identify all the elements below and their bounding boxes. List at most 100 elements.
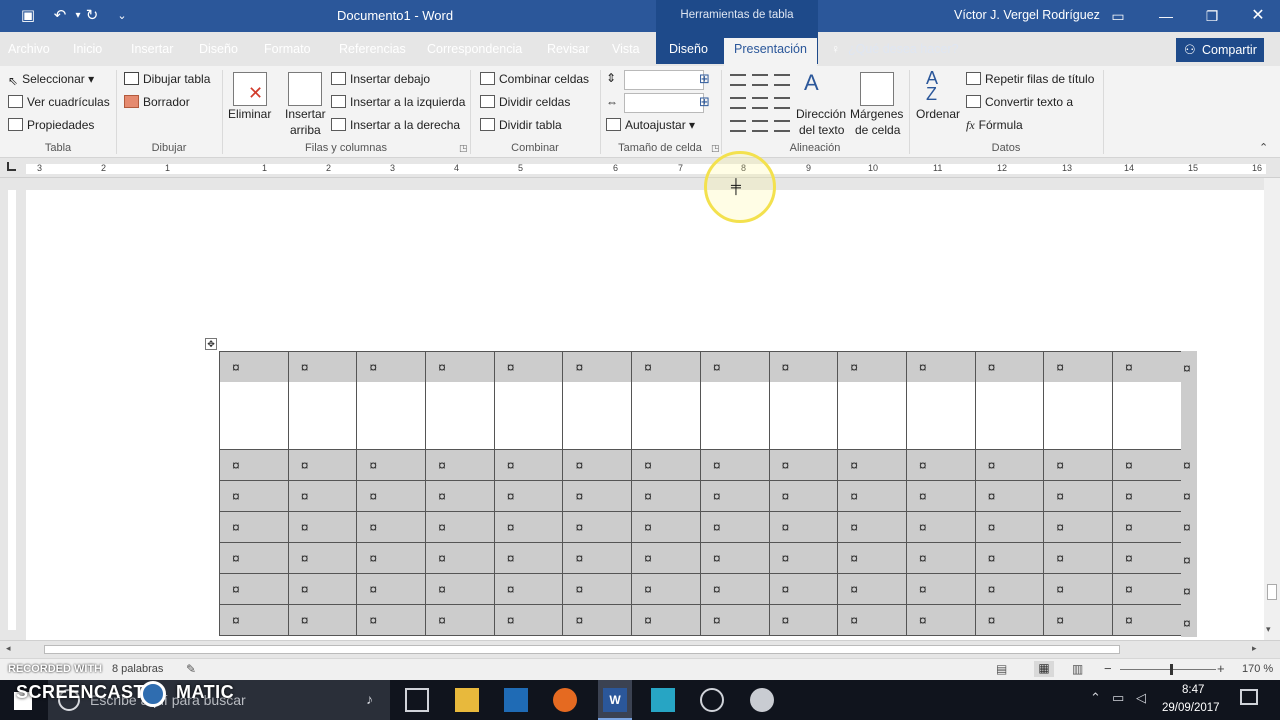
tab-inicio[interactable]: Inicio xyxy=(73,42,102,56)
table-cell[interactable]: ¤ xyxy=(562,480,633,512)
table-cell[interactable]: ¤ xyxy=(493,542,564,574)
save-icon[interactable]: ▣ xyxy=(18,6,38,26)
task-view-icon[interactable] xyxy=(405,688,429,712)
column-width-input[interactable] xyxy=(624,93,704,113)
merge-cells-button[interactable]: Combinar celdas xyxy=(480,72,589,86)
table-cell[interactable]: ¤ xyxy=(974,351,1045,450)
align-top-right-icon[interactable] xyxy=(774,74,790,86)
table-cell[interactable]: ¤ xyxy=(356,604,427,636)
table-cell[interactable]: ¤ xyxy=(631,351,701,450)
tab-presentacion[interactable]: Presentación xyxy=(724,38,817,66)
tab-referencias[interactable]: Referencias xyxy=(339,42,406,56)
table-cell[interactable]: ¤ xyxy=(562,542,633,574)
table-cell[interactable]: ¤ xyxy=(699,542,770,574)
table-cell[interactable]: ¤ xyxy=(287,573,358,605)
restore-icon[interactable]: ❐ xyxy=(1200,4,1224,28)
table-cell[interactable]: ¤ xyxy=(425,480,495,512)
table-cell[interactable]: ¤ xyxy=(974,604,1045,636)
row-height-input[interactable] xyxy=(624,70,704,90)
table-cell[interactable]: ¤ xyxy=(219,480,289,512)
table-cell[interactable]: ¤ xyxy=(493,604,564,636)
table-cell[interactable]: ¤ xyxy=(219,351,289,450)
table-cell[interactable]: ¤ xyxy=(631,573,701,605)
table-cell[interactable]: ¤ xyxy=(356,573,427,605)
convert-text-button[interactable]: Convertir texto a xyxy=(966,95,1073,109)
table-row[interactable]: ¤ ¤ ¤ ¤ ¤ ¤ ¤ ¤ ¤ ¤ ¤ ¤ ¤ ¤ xyxy=(219,351,1182,450)
align-middle-right-icon[interactable] xyxy=(774,97,790,109)
table-cell[interactable]: ¤ xyxy=(699,449,770,481)
table-cell[interactable]: ¤ xyxy=(287,449,358,481)
table-row[interactable]: ¤ ¤ ¤ ¤ ¤ ¤ ¤ ¤ ¤ ¤ ¤ ¤ ¤ ¤ xyxy=(219,542,1182,574)
horizontal-scrollbar[interactable]: ◂ ▸ xyxy=(0,640,1280,658)
table-row[interactable]: ¤ ¤ ¤ ¤ ¤ ¤ ¤ ¤ ¤ ¤ ¤ ¤ ¤ ¤ xyxy=(219,573,1182,605)
tell-me-box[interactable]: ¿Qué desea hacer? xyxy=(848,42,959,56)
zoom-out-icon[interactable]: − xyxy=(1104,661,1112,676)
distribute-columns-icon[interactable]: ⊞ xyxy=(699,94,710,110)
formula-button[interactable]: fx Fórmula xyxy=(966,118,1023,133)
document-table[interactable]: ¤ ¤ ¤ ¤ ¤ ¤ ¤ ¤ ¤ ¤ ¤ ¤ ¤ ¤ ¤ ¤ ¤ ¤ ¤ ¤ ¤ ¤ ¤ ¤ ¤ ¤ ¤ ¤ ¤ ¤ ¤ ¤ ¤ ¤ ¤ ¤ ¤ ¤ ¤ ¤… xyxy=(219,351,1182,636)
undo-icon[interactable]: ↶ xyxy=(50,6,70,26)
scroll-down-icon[interactable]: ▾ xyxy=(1266,624,1271,635)
table-cell[interactable]: ¤ xyxy=(699,511,770,543)
tab-selector-icon[interactable] xyxy=(7,162,16,171)
horizontal-scroll-thumb[interactable] xyxy=(44,645,1120,654)
table-cell[interactable]: ¤ xyxy=(425,351,495,450)
table-cell[interactable]: ¤ xyxy=(356,480,427,512)
calculator-icon[interactable] xyxy=(504,688,528,712)
app-icon[interactable] xyxy=(750,688,774,712)
table-cell[interactable]: ¤ xyxy=(768,604,839,636)
table-cell[interactable]: ¤ xyxy=(837,511,907,543)
tab-vista[interactable]: Vista xyxy=(612,42,640,56)
clock-date[interactable]: 29/09/2017 xyxy=(1162,702,1220,714)
table-cell[interactable]: ¤ xyxy=(493,449,564,481)
table-cell[interactable]: ¤ xyxy=(287,351,358,450)
table-cell[interactable]: ¤ xyxy=(1043,573,1113,605)
table-cell[interactable]: ¤ xyxy=(493,351,564,450)
tab-formato[interactable]: Formato xyxy=(264,42,311,56)
cell-margins-icon[interactable] xyxy=(860,72,894,106)
web-layout-icon[interactable]: ▥ xyxy=(1072,662,1083,676)
table-cell[interactable]: ¤ xyxy=(425,449,495,481)
select-button[interactable]: ⇖ Seleccionar ▾ xyxy=(8,72,94,88)
collapse-ribbon-icon[interactable]: ⌃ xyxy=(1259,141,1268,154)
table-row[interactable]: ¤ ¤ ¤ ¤ ¤ ¤ ¤ ¤ ¤ ¤ ¤ ¤ ¤ ¤ xyxy=(219,604,1182,636)
tab-revisar[interactable]: Revisar xyxy=(547,42,589,56)
sort-icon[interactable]: AZ xyxy=(926,69,938,103)
table-cell[interactable]: ¤ xyxy=(1043,542,1113,574)
tab-correspondencia[interactable]: Correspondencia xyxy=(427,42,522,56)
table-cell[interactable]: ¤ xyxy=(1111,480,1182,512)
insert-above-icon[interactable] xyxy=(288,72,322,106)
table-cell[interactable]: ¤ xyxy=(768,573,839,605)
table-cell[interactable]: ¤ xyxy=(768,449,839,481)
insert-above-label-2[interactable]: arriba xyxy=(290,123,321,137)
table-cell[interactable]: ¤ xyxy=(493,480,564,512)
file-explorer-icon[interactable] xyxy=(455,688,479,712)
table-cell[interactable]: ¤ xyxy=(1043,604,1113,636)
text-direction-label-1[interactable]: Dirección xyxy=(796,107,846,121)
volume-icon[interactable]: ◁ xyxy=(1136,690,1146,706)
table-cell[interactable]: ¤ xyxy=(219,604,289,636)
table-cell[interactable]: ¤ xyxy=(837,542,907,574)
dialog-launcher-icon[interactable]: ◳ xyxy=(459,143,468,154)
table-cell[interactable]: ¤ xyxy=(1111,511,1182,543)
table-cell[interactable]: ¤ xyxy=(631,480,701,512)
autofit-button[interactable]: Autoajustar ▾ xyxy=(606,118,695,132)
table-cell[interactable]: ¤ xyxy=(562,573,633,605)
table-cell[interactable]: ¤ xyxy=(287,604,358,636)
table-cell[interactable]: ¤ xyxy=(974,511,1045,543)
vertical-scrollbar[interactable]: ▾ xyxy=(1264,178,1280,640)
table-cell[interactable]: ¤ xyxy=(562,351,633,450)
tab-archivo[interactable]: Archivo xyxy=(8,42,50,56)
insert-left-button[interactable]: Insertar a la izquierda xyxy=(331,95,465,109)
ribbon-display-icon[interactable]: ▭ xyxy=(1106,4,1130,28)
table-cell[interactable]: ¤ xyxy=(905,449,976,481)
read-mode-icon[interactable]: ▤ xyxy=(996,662,1007,676)
table-cell[interactable]: ¤ xyxy=(287,542,358,574)
table-cell[interactable]: ¤ xyxy=(219,511,289,543)
table-cell[interactable]: ¤ xyxy=(1111,542,1182,574)
proofing-icon[interactable]: ✎ xyxy=(186,662,196,676)
zoom-in-icon[interactable]: + xyxy=(1217,661,1225,676)
table-cell[interactable]: ¤ xyxy=(356,511,427,543)
table-cell[interactable]: ¤ xyxy=(562,511,633,543)
share-button[interactable]: ⚇ Compartir xyxy=(1176,38,1264,62)
